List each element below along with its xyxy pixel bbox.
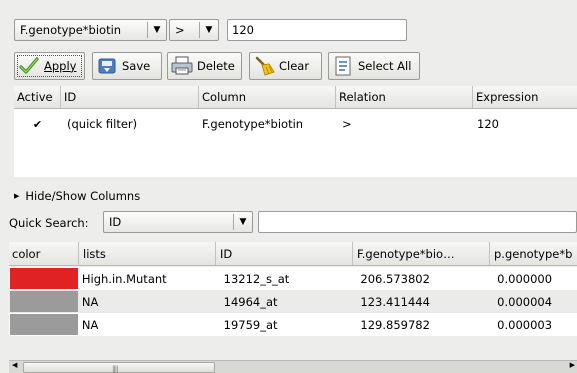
list-cell: NA bbox=[81, 294, 99, 309]
save-button[interactable]: Save bbox=[92, 52, 162, 80]
save-icon bbox=[96, 55, 118, 77]
document-list-icon bbox=[332, 55, 354, 77]
printer-icon bbox=[171, 55, 193, 77]
delete-label: Delete bbox=[197, 59, 235, 73]
filter-relation-cell: > bbox=[342, 117, 352, 131]
fvalue-cell: 123.411444 bbox=[360, 294, 430, 309]
col-header-pgenotype[interactable]: p.genotype*b bbox=[490, 242, 577, 265]
data-table-header: color lists ID F.genotype*bio… p.genotyp… bbox=[9, 242, 577, 266]
grip-icon: |||| bbox=[112, 365, 119, 373]
quick-search-column-combo[interactable]: ID ▼ bbox=[103, 211, 253, 233]
filter-expression-cell: 120 bbox=[477, 117, 499, 131]
list-cell: NA bbox=[81, 317, 99, 332]
id-cell: 19759_at bbox=[223, 317, 278, 332]
col-header-relation[interactable]: Relation bbox=[336, 86, 473, 108]
col-header-id[interactable]: ID bbox=[61, 86, 199, 108]
color-swatch bbox=[10, 291, 78, 312]
chevron-down-icon: ▼ bbox=[205, 25, 213, 35]
fvalue-cell: 129.859782 bbox=[360, 317, 430, 332]
scrollbar-thumb[interactable]: |||| bbox=[23, 362, 215, 373]
expander-arrow-icon: ▶ bbox=[14, 192, 20, 200]
col-header-active[interactable]: Active bbox=[14, 86, 61, 108]
filter-row[interactable]: ✔ (quick filter) F.genotype*biotin > 120 bbox=[14, 114, 577, 134]
save-label: Save bbox=[122, 59, 151, 73]
checkmark-icon bbox=[18, 55, 40, 77]
filter-column-combo[interactable]: F.genotype*biotin ▼ bbox=[14, 19, 167, 41]
filter-table-header: Active ID Column Relation Expression bbox=[14, 86, 577, 109]
table-row[interactable]: NA 19759_at 129.859782 0.000003 bbox=[9, 313, 577, 336]
col-header-data-id[interactable]: ID bbox=[216, 242, 353, 265]
broom-icon bbox=[253, 55, 275, 77]
id-cell: 13212_s_at bbox=[223, 271, 290, 286]
scroll-left-icon[interactable]: ◀ bbox=[12, 361, 17, 369]
filter-relation-combo[interactable]: > ▼ bbox=[169, 19, 219, 41]
filter-column-cell: F.genotype*biotin bbox=[202, 117, 304, 131]
hide-show-columns-expander[interactable]: ▶ Hide/Show Columns bbox=[14, 188, 140, 204]
chevron-down-icon: ▼ bbox=[239, 217, 247, 227]
quick-search-column-value: ID bbox=[109, 215, 122, 229]
pvalue-cell: 0.000004 bbox=[497, 294, 553, 309]
col-header-expression[interactable]: Expression bbox=[473, 86, 577, 108]
col-header-fgenotype[interactable]: F.genotype*bio… bbox=[353, 242, 490, 265]
apply-label: Apply bbox=[44, 59, 77, 73]
apply-button[interactable]: Apply bbox=[14, 52, 85, 80]
clear-button[interactable]: Clear bbox=[249, 52, 322, 80]
quick-search-label: Quick Search: bbox=[9, 216, 89, 230]
select-all-button[interactable]: Select All bbox=[328, 52, 420, 80]
pvalue-cell: 0.000000 bbox=[497, 271, 553, 286]
col-header-color[interactable]: color bbox=[9, 242, 79, 265]
col-header-lists[interactable]: lists bbox=[79, 242, 216, 265]
table-row[interactable]: NA 14964_at 123.411444 0.000004 bbox=[9, 290, 577, 313]
quick-search-input[interactable] bbox=[258, 211, 577, 233]
select-all-label: Select All bbox=[358, 59, 412, 73]
fvalue-cell: 206.573802 bbox=[360, 271, 430, 286]
id-cell: 14964_at bbox=[223, 294, 278, 309]
col-header-column[interactable]: Column bbox=[199, 86, 336, 108]
chevron-down-icon: ▼ bbox=[153, 25, 161, 35]
delete-button[interactable]: Delete bbox=[167, 52, 242, 80]
table-empty-area bbox=[9, 336, 577, 360]
filter-value-input[interactable]: 120 bbox=[227, 19, 407, 41]
active-checkbox[interactable]: ✔ bbox=[31, 118, 44, 131]
hide-show-columns-label: Hide/Show Columns bbox=[25, 189, 141, 203]
color-swatch bbox=[10, 314, 78, 335]
horizontal-scrollbar[interactable]: ◀ |||| ▶ bbox=[9, 360, 577, 373]
clear-label: Clear bbox=[279, 59, 310, 73]
filter-id-cell: (quick filter) bbox=[67, 117, 138, 131]
color-swatch bbox=[10, 268, 78, 289]
table-row[interactable]: High.in.Mutant 13212_s_at 206.573802 0.0… bbox=[9, 267, 577, 290]
list-cell: High.in.Mutant bbox=[81, 271, 167, 286]
filter-relation-value: > bbox=[175, 23, 185, 37]
pvalue-cell: 0.000003 bbox=[497, 317, 553, 332]
filter-column-value: F.genotype*biotin bbox=[20, 23, 122, 37]
scroll-right-icon[interactable]: ▶ bbox=[570, 361, 575, 369]
